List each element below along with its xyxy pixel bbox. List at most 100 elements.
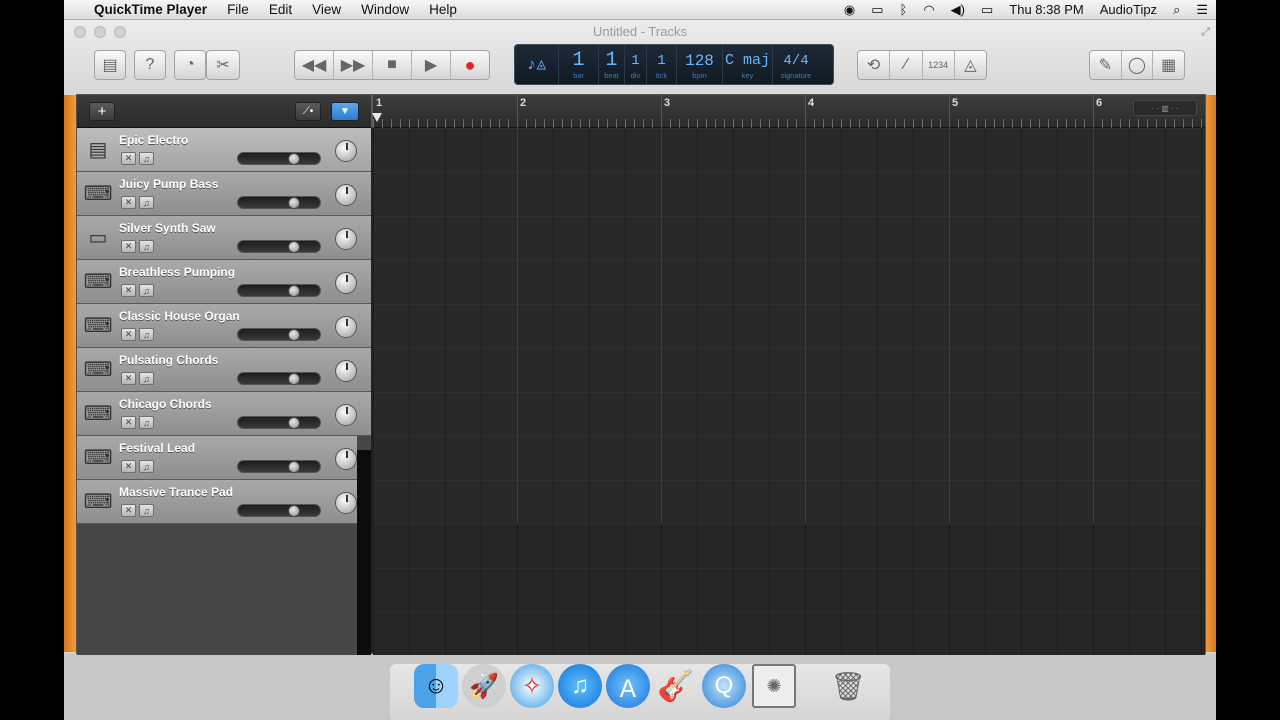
track-name[interactable]: Epic Electro — [119, 133, 188, 147]
wifi-icon[interactable]: ◠ — [915, 0, 942, 20]
play-button[interactable]: ▶ — [412, 51, 451, 79]
quicktime-icon[interactable]: Q — [702, 664, 746, 708]
bluetooth-icon[interactable]: ᛒ — [892, 0, 916, 20]
volume-slider-knob[interactable] — [288, 329, 300, 341]
mute-button[interactable]: ✕ — [121, 240, 136, 253]
fast-forward-button[interactable]: ▶▶ — [334, 51, 373, 79]
volume-slider-knob[interactable] — [288, 373, 300, 385]
spotlight-search-icon[interactable]: ⌕ — [1165, 0, 1188, 20]
track-name[interactable]: Silver Synth Saw — [119, 221, 216, 235]
close-window-button[interactable] — [74, 26, 86, 38]
pan-knob[interactable] — [335, 404, 357, 426]
mute-button[interactable]: ✕ — [121, 328, 136, 341]
track-row[interactable]: ▭ Silver Synth Saw ✕ ♫ — [77, 216, 371, 260]
pan-knob[interactable] — [335, 492, 357, 514]
notification-center-icon[interactable]: ☰ — [1188, 0, 1216, 20]
track-row[interactable]: ⌨ Breathless Pumping ✕ ♫ — [77, 260, 371, 304]
solo-headphones-button[interactable]: ♫ — [139, 328, 154, 341]
app-menu[interactable]: QuickTime Player — [84, 0, 217, 20]
solo-headphones-button[interactable]: ♫ — [139, 416, 154, 429]
solo-headphones-button[interactable]: ♫ — [139, 196, 154, 209]
app-store-icon[interactable]: Ａ — [606, 664, 650, 708]
solo-headphones-button[interactable]: ♫ — [139, 284, 154, 297]
mute-button[interactable]: ✕ — [121, 460, 136, 473]
lcd-display[interactable]: ♪◬ 1 bar 1 beat 1 div 1 tick 128 bpm C maj key… — [514, 44, 834, 85]
track-row[interactable]: ⌨ Chicago Chords ✕ ♫ — [77, 392, 371, 436]
tuner-button[interactable]: ⁄ — [890, 51, 923, 79]
track-row[interactable]: ⌨ Juicy Pump Bass ✕ ♫ — [77, 172, 371, 216]
finder-icon[interactable]: ☺ — [414, 664, 458, 708]
solo-headphones-button[interactable]: ♫ — [139, 240, 154, 253]
stop-button[interactable]: ■ — [373, 51, 412, 79]
lcd-key[interactable]: C maj — [725, 50, 770, 72]
catch-playhead-button[interactable]: ▼ — [331, 102, 359, 121]
automation-button[interactable]: ⟋• — [295, 102, 321, 121]
volume-slider-knob[interactable] — [288, 241, 300, 253]
volume-slider-knob[interactable] — [288, 461, 300, 473]
volume-slider[interactable] — [237, 152, 321, 165]
mute-button[interactable]: ✕ — [121, 284, 136, 297]
timeline-ruler[interactable]: 1 2 3 4 5 6 · · ▥ · · — [371, 95, 1205, 128]
library-button[interactable]: ▤ — [94, 50, 126, 80]
itunes-icon[interactable]: ♫ — [558, 664, 602, 708]
quick-help-button[interactable]: ? — [134, 50, 166, 80]
track-name[interactable]: Massive Trance Pad — [119, 485, 233, 499]
zoom-slider[interactable]: · · ▥ · · — [1133, 100, 1197, 116]
solo-headphones-button[interactable]: ♫ — [139, 152, 154, 165]
track-name[interactable]: Pulsating Chords — [119, 353, 218, 367]
volume-slider-knob[interactable] — [288, 505, 300, 517]
lcd-time-signature[interactable]: 4/4 — [783, 50, 808, 72]
menu-edit[interactable]: Edit — [259, 0, 302, 20]
fullscreen-icon[interactable]: ⤢ — [1201, 26, 1210, 39]
lcd-mode-icon[interactable]: ♪◬ — [515, 45, 559, 84]
track-name[interactable]: Juicy Pump Bass — [119, 177, 218, 191]
pan-knob[interactable] — [335, 360, 357, 382]
track-name[interactable]: Classic House Organ — [119, 309, 240, 323]
mute-button[interactable]: ✕ — [121, 196, 136, 209]
volume-slider[interactable] — [237, 460, 321, 473]
menu-help[interactable]: Help — [419, 0, 467, 20]
mute-button[interactable]: ✕ — [121, 372, 136, 385]
clock[interactable]: Thu 8:38 PM — [1001, 0, 1091, 20]
volume-icon[interactable]: ◀) — [943, 0, 973, 20]
volume-slider[interactable] — [237, 328, 321, 341]
photo-slideshow-icon[interactable]: ✺ — [752, 664, 796, 708]
loop-browser-button[interactable]: ◯ — [1122, 51, 1154, 79]
volume-slider-knob[interactable] — [288, 153, 300, 165]
trash-icon[interactable]: 🗑 — [826, 664, 870, 708]
menu-window[interactable]: Window — [351, 0, 419, 20]
pan-knob[interactable] — [335, 228, 357, 250]
mute-button[interactable]: ✕ — [121, 416, 136, 429]
media-browser-button[interactable]: ▦ — [1153, 51, 1184, 79]
pan-knob[interactable] — [335, 316, 357, 338]
pan-knob[interactable] — [335, 448, 357, 470]
add-track-button[interactable]: + — [89, 102, 115, 121]
track-name[interactable]: Breathless Pumping — [119, 265, 235, 279]
screen-recording-icon[interactable]: ◉ — [836, 0, 863, 20]
playhead[interactable] — [372, 113, 382, 122]
airplay-icon[interactable]: ▭ — [863, 0, 891, 20]
pan-knob[interactable] — [335, 272, 357, 294]
track-row[interactable]: ⌨ Festival Lead ✕ ♫ — [77, 436, 357, 480]
volume-slider[interactable] — [237, 196, 321, 209]
volume-slider-knob[interactable] — [288, 197, 300, 209]
track-row[interactable]: ▤ Epic Electro ✕ ♫ — [77, 128, 371, 172]
volume-slider[interactable] — [237, 504, 321, 517]
volume-slider[interactable] — [237, 240, 321, 253]
lcd-tempo[interactable]: 128 — [685, 50, 714, 72]
solo-headphones-button[interactable]: ♫ — [139, 504, 154, 517]
battery-icon[interactable]: ▭ — [973, 0, 1001, 20]
track-name[interactable]: Chicago Chords — [119, 397, 212, 411]
user-name[interactable]: AudioTipz — [1092, 0, 1165, 20]
track-name[interactable]: Festival Lead — [119, 441, 195, 455]
launchpad-icon[interactable]: 🚀 — [462, 664, 506, 708]
volume-slider-knob[interactable] — [288, 417, 300, 429]
volume-slider[interactable] — [237, 372, 321, 385]
metronome-button[interactable]: ◬ — [955, 51, 986, 79]
record-button[interactable]: ● — [451, 51, 489, 79]
track-row[interactable]: ⌨ Pulsating Chords ✕ ♫ — [77, 348, 371, 392]
mute-button[interactable]: ✕ — [121, 504, 136, 517]
volume-slider[interactable] — [237, 284, 321, 297]
track-row[interactable]: ⌨ Classic House Organ ✕ ♫ — [77, 304, 371, 348]
track-row[interactable]: ⌨ Massive Trance Pad ✕ ♫ — [77, 480, 357, 524]
